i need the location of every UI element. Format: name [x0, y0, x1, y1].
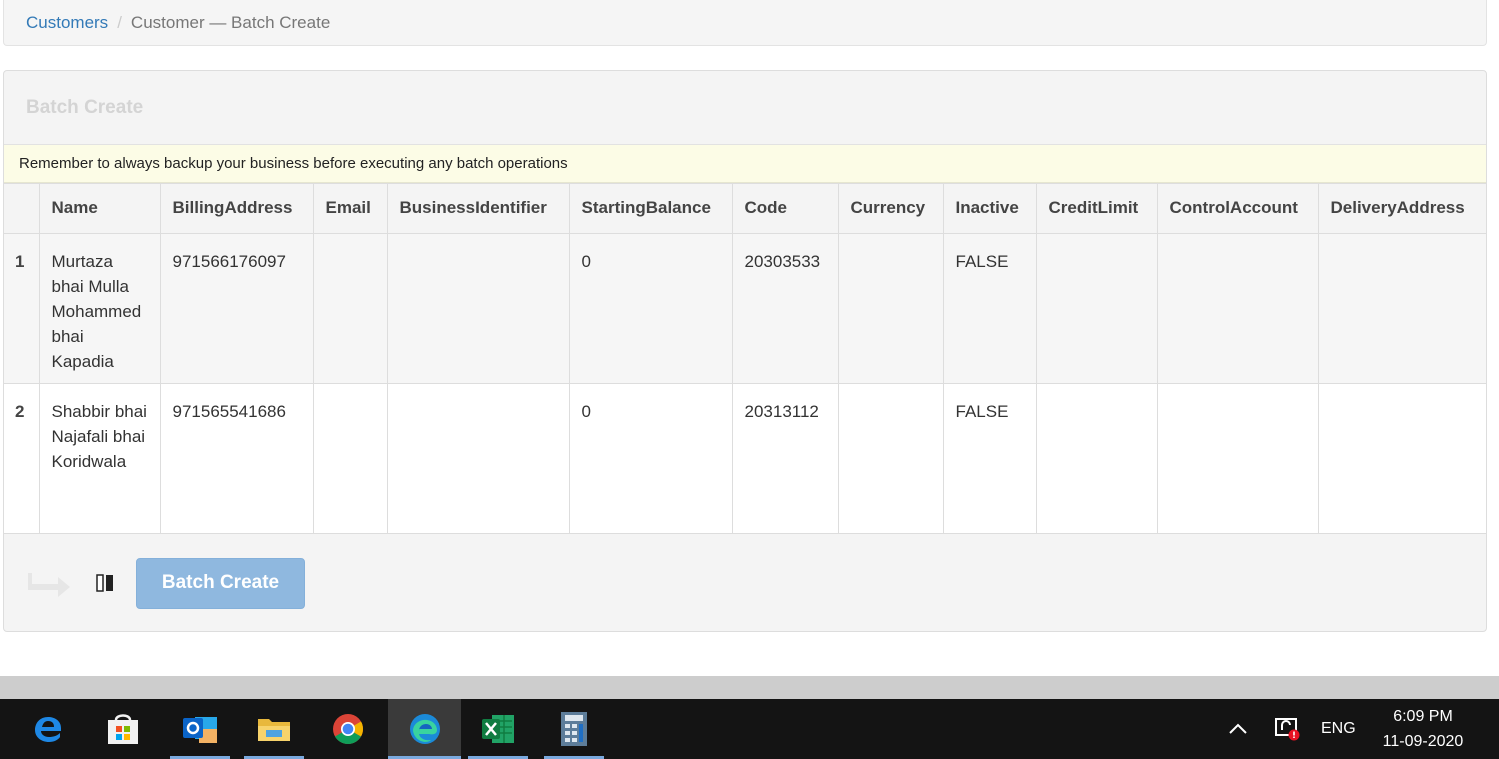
cell-name[interactable]: Murtaza bhai Mulla Mohammed bhai Kapadia	[38, 233, 161, 384]
panel-title: Batch Create	[4, 71, 1486, 145]
table-row: 2 Shabbir bhai Najafali bhai Koridwala 9…	[4, 383, 1486, 534]
cell-business-identifier[interactable]	[386, 233, 570, 384]
row-index: 2	[4, 383, 40, 534]
cell-delivery-address[interactable]	[1317, 383, 1486, 534]
cell-business-identifier[interactable]	[386, 383, 570, 534]
column-header-control-account: ControlAccount	[1156, 183, 1319, 234]
table-header-row: Name BillingAddress Email BusinessIdenti…	[4, 183, 1486, 234]
batch-table: Name BillingAddress Email BusinessIdenti…	[4, 183, 1486, 534]
excel-icon[interactable]	[468, 699, 528, 759]
breadcrumb-separator: /	[117, 12, 122, 32]
windows-taskbar: ENG 6:09 PM 11-09-2020	[0, 699, 1499, 759]
cell-starting-balance[interactable]: 0	[568, 383, 733, 534]
breadcrumb: Customers / Customer — Batch Create	[3, 0, 1487, 46]
column-header-index	[4, 183, 40, 234]
return-arrow-icon[interactable]	[28, 567, 74, 599]
clock-date: 11-09-2020	[1382, 733, 1464, 750]
batch-create-panel: Batch Create Remember to always backup y…	[3, 70, 1487, 632]
panel-footer: Batch Create	[4, 533, 1486, 631]
cell-billing-address[interactable]: 971566176097	[159, 233, 314, 384]
cell-control-account[interactable]	[1156, 383, 1319, 534]
cell-currency[interactable]	[837, 233, 944, 384]
cell-billing-address[interactable]: 971565541686	[159, 383, 314, 534]
cell-credit-limit[interactable]	[1035, 383, 1158, 534]
column-header-email: Email	[312, 183, 388, 234]
column-header-name: Name	[38, 183, 161, 234]
column-header-code: Code	[731, 183, 839, 234]
cell-delivery-address[interactable]	[1317, 233, 1486, 384]
chrome-icon[interactable]	[318, 699, 378, 759]
column-header-inactive: Inactive	[942, 183, 1037, 234]
column-header-billing-address: BillingAddress	[159, 183, 314, 234]
batch-create-button[interactable]: Batch Create	[136, 557, 305, 609]
cell-name[interactable]: Shabbir bhai Najafali bhai Koridwala	[38, 383, 161, 534]
cell-inactive[interactable]: FALSE	[942, 383, 1037, 534]
columns-icon[interactable]	[96, 574, 114, 592]
cell-credit-limit[interactable]	[1035, 233, 1158, 384]
edge-icon[interactable]	[388, 699, 461, 759]
backup-notice: Remember to always backup your business …	[4, 145, 1486, 183]
table-row: 1 Murtaza bhai Mulla Mohammed bhai Kapad…	[4, 233, 1486, 384]
breadcrumb-current: Customer — Batch Create	[130, 12, 331, 32]
horizontal-scrollbar[interactable]	[0, 676, 1499, 699]
column-header-starting-balance: StartingBalance	[568, 183, 733, 234]
store-icon[interactable]	[93, 699, 153, 759]
cell-code[interactable]: 20313112	[731, 383, 839, 534]
tray-chevron-up-icon[interactable]	[1226, 699, 1250, 759]
row-index: 1	[4, 233, 40, 384]
calculator-icon[interactable]	[544, 699, 604, 759]
security-alert-icon[interactable]	[1274, 699, 1302, 759]
cell-email[interactable]	[312, 233, 388, 384]
clock-time: 6:09 PM	[1393, 708, 1453, 725]
file-explorer-icon[interactable]	[244, 699, 304, 759]
cell-starting-balance[interactable]: 0	[568, 233, 733, 384]
cell-currency[interactable]	[837, 383, 944, 534]
taskbar-clock[interactable]: 6:09 PM 11-09-2020	[1368, 704, 1478, 754]
cell-email[interactable]	[312, 383, 388, 534]
outlook-icon[interactable]	[170, 699, 230, 759]
cell-code[interactable]: 20303533	[731, 233, 839, 384]
language-indicator[interactable]: ENG	[1321, 699, 1356, 759]
column-header-delivery-address: DeliveryAddress	[1317, 183, 1486, 234]
column-header-currency: Currency	[837, 183, 944, 234]
column-header-business-identifier: BusinessIdentifier	[386, 183, 570, 234]
edge-legacy-icon[interactable]	[18, 699, 78, 759]
cell-inactive[interactable]: FALSE	[942, 233, 1037, 384]
breadcrumb-customers-link[interactable]: Customers	[26, 13, 108, 33]
column-header-credit-limit: CreditLimit	[1035, 183, 1158, 234]
cell-control-account[interactable]	[1156, 233, 1319, 384]
